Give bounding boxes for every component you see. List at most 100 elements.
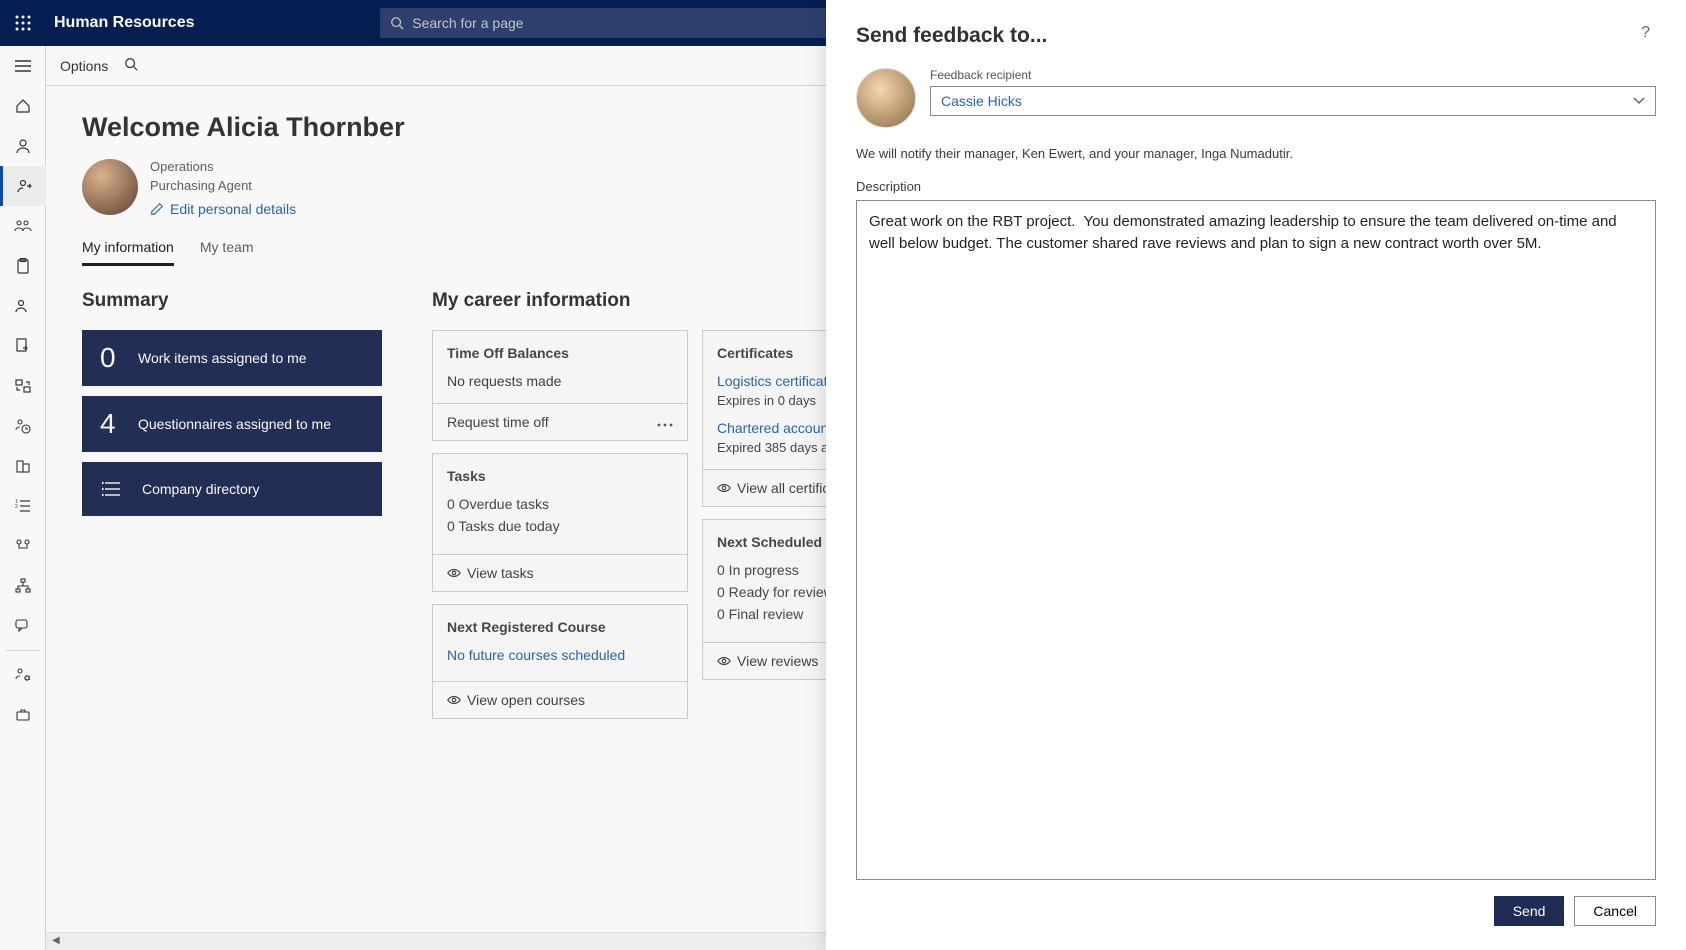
sidebar-item-people[interactable]	[0, 126, 46, 166]
hamburger-icon	[15, 60, 31, 72]
sidebar-item-switch[interactable]	[0, 366, 46, 406]
sidebar-item-doc-arrow[interactable]	[0, 326, 46, 366]
person-arrow-icon	[17, 178, 33, 194]
sidebar-item-clipboard[interactable]	[0, 246, 46, 286]
numbered-list-icon: 12	[15, 499, 31, 513]
card-tasks-body: 0 Overdue tasks 0 Tasks due today	[433, 496, 687, 554]
card-time-off: Time Off Balances No requests made Reque…	[432, 330, 688, 441]
request-time-off-link[interactable]: Request time off	[447, 414, 549, 430]
edit-personal-details-link[interactable]: Edit personal details	[150, 201, 296, 217]
app-title: Human Resources	[54, 14, 195, 32]
summary-column: Summary 0 Work items assigned to me 4 Qu…	[82, 290, 382, 526]
app-launcher-icon[interactable]	[0, 0, 46, 46]
card-tasks: Tasks 0 Overdue tasks 0 Tasks due today …	[432, 453, 688, 592]
card-time-off-footer: Request time off	[433, 403, 687, 440]
ellipsis-icon	[657, 423, 673, 427]
person-clock-icon	[15, 418, 31, 434]
recipient-dropdown[interactable]: Cassie Hicks	[930, 86, 1656, 116]
building-icon	[15, 458, 31, 474]
card-course-footer: View open courses	[433, 681, 687, 718]
home-icon	[15, 98, 31, 114]
options-search-icon[interactable]	[124, 57, 138, 74]
sidebar-item-briefcase[interactable]	[0, 695, 46, 735]
panel-header-row: Send feedback to... ?	[856, 24, 1656, 48]
view-courses-link[interactable]: View open courses	[447, 692, 585, 708]
view-tasks-link[interactable]: View tasks	[447, 565, 534, 581]
org-people-icon	[15, 538, 31, 554]
card-tasks-footer: View tasks	[433, 554, 687, 591]
pencil-icon	[150, 202, 164, 216]
sidebar-item-team[interactable]	[0, 206, 46, 246]
sidebar-item-person-gear[interactable]	[0, 655, 46, 695]
send-button[interactable]: Send	[1494, 896, 1565, 926]
list-icon	[100, 481, 124, 497]
sidebar-item-hierarchy[interactable]	[0, 566, 46, 606]
sidebar-hamburger[interactable]	[0, 46, 46, 86]
summary-heading: Summary	[82, 290, 382, 312]
user-role: Purchasing Agent	[150, 178, 296, 193]
panel-title: Send feedback to...	[856, 24, 1635, 48]
hierarchy-icon	[15, 578, 31, 594]
recipient-fields: Feedback recipient Cassie Hicks	[930, 68, 1656, 116]
view-reviews-link[interactable]: View reviews	[717, 653, 818, 669]
search-icon	[124, 57, 138, 71]
sidebar-item-person-clock[interactable]	[0, 406, 46, 446]
sidebar-item-org[interactable]	[0, 526, 46, 566]
eye-icon	[447, 568, 461, 578]
chevron-down-icon	[1633, 97, 1645, 105]
clipboard-icon	[16, 258, 30, 274]
eye-icon	[717, 656, 731, 666]
profile-meta: Operations Purchasing Agent Edit persona…	[150, 159, 296, 219]
search-icon	[390, 16, 404, 30]
tasks-today: 0 Tasks due today	[447, 518, 673, 534]
tile-questionnaires-count: 4	[100, 408, 120, 440]
panel-actions: Send Cancel	[856, 896, 1656, 926]
eye-icon	[717, 483, 731, 493]
card-time-off-body: No requests made	[433, 373, 687, 403]
waffle-icon	[15, 15, 31, 31]
course-link[interactable]: No future courses scheduled	[447, 647, 673, 663]
tab-my-team[interactable]: My team	[200, 239, 254, 266]
sidebar-item-building[interactable]	[0, 446, 46, 486]
sidebar-item-chat[interactable]	[0, 606, 46, 646]
tile-work-items[interactable]: 0 Work items assigned to me	[82, 330, 382, 386]
sidebar-item-person2[interactable]	[0, 286, 46, 326]
tile-questionnaires-label: Questionnaires assigned to me	[138, 415, 331, 433]
description-label: Description	[856, 179, 1656, 194]
sidebar-item-list[interactable]: 12	[0, 486, 46, 526]
recipient-row: Feedback recipient Cassie Hicks	[856, 68, 1656, 128]
horizontal-scrollbar[interactable]: ◀	[46, 932, 826, 950]
recipient-value: Cassie Hicks	[941, 93, 1022, 109]
user-department: Operations	[150, 159, 296, 174]
sidebar-divider	[6, 650, 39, 651]
notify-text: We will notify their manager, Ken Ewert,…	[856, 146, 1656, 161]
tile-company-directory[interactable]: Company directory	[82, 462, 382, 516]
more-icon[interactable]	[657, 414, 673, 430]
card-course: Next Registered Course No future courses…	[432, 604, 688, 719]
tile-work-items-label: Work items assigned to me	[138, 349, 307, 367]
person-gear-icon	[15, 667, 31, 683]
sidebar-item-home[interactable]	[0, 86, 46, 126]
request-time-off-label: Request time off	[447, 414, 549, 430]
tile-work-items-count: 0	[100, 342, 120, 374]
options-button[interactable]: Options	[60, 58, 108, 74]
recipient-label: Feedback recipient	[930, 68, 1656, 82]
help-icon[interactable]: ?	[1635, 24, 1656, 42]
feedback-panel: Send feedback to... ? Feedback recipient…	[826, 0, 1686, 950]
doc-arrow-icon	[15, 338, 31, 354]
tab-my-information[interactable]: My information	[82, 239, 174, 266]
card-time-off-title: Time Off Balances	[433, 331, 687, 373]
cancel-button[interactable]: Cancel	[1574, 896, 1656, 926]
card-course-title: Next Registered Course	[433, 605, 687, 647]
view-tasks-label: View tasks	[467, 565, 534, 581]
briefcase-icon	[15, 707, 31, 723]
sidebar-item-self-service[interactable]	[0, 166, 46, 206]
description-textarea[interactable]	[856, 200, 1656, 880]
edit-link-label: Edit personal details	[170, 201, 296, 217]
card-course-body: No future courses scheduled	[433, 647, 687, 681]
eye-icon	[447, 695, 461, 705]
scroll-left-icon: ◀	[52, 935, 60, 946]
career-stack-left: Time Off Balances No requests made Reque…	[432, 330, 688, 719]
view-courses-label: View open courses	[467, 692, 585, 708]
tile-questionnaires[interactable]: 4 Questionnaires assigned to me	[82, 396, 382, 452]
